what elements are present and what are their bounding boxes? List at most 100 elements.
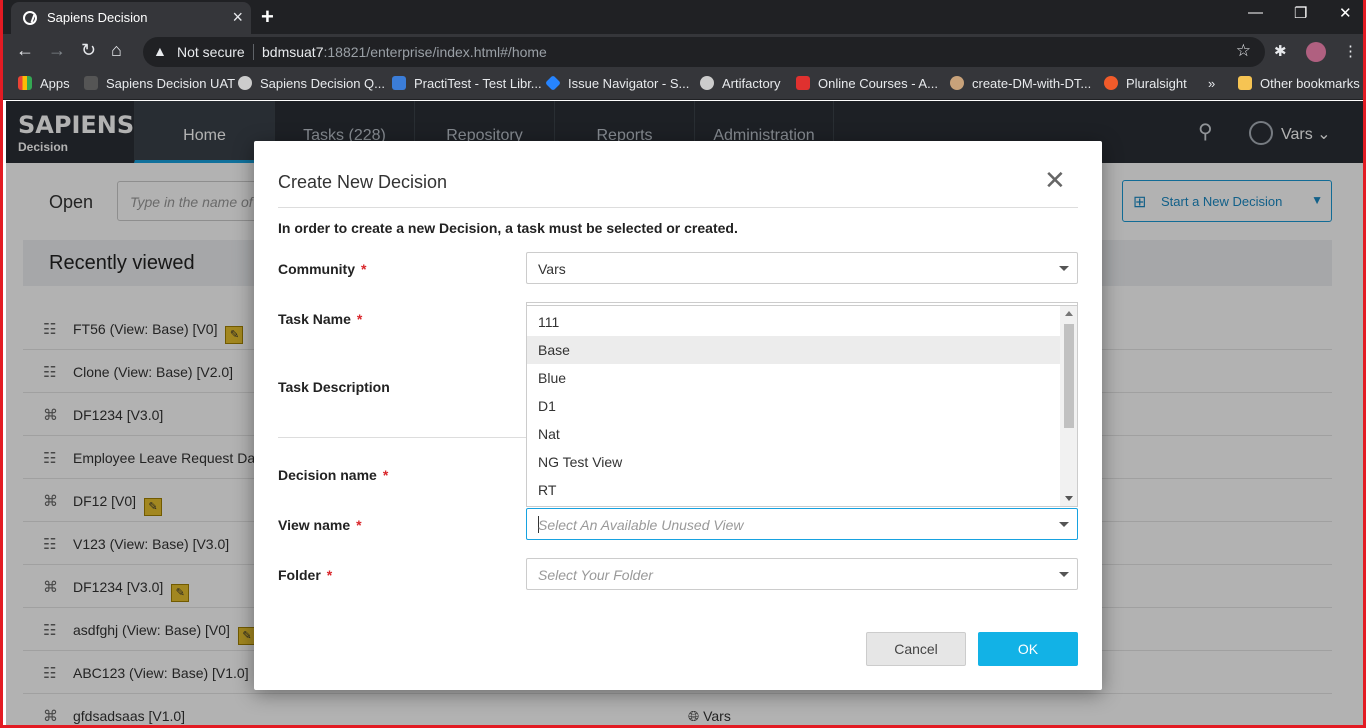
bookmark-label: Other bookmarks [1260, 76, 1360, 91]
required-mark: * [382, 467, 389, 483]
pluralsight-icon [1104, 76, 1118, 90]
folder-icon [1238, 76, 1252, 90]
bookmark-label: create-DM-with-DT... [972, 76, 1092, 91]
udemy-icon [796, 76, 810, 90]
omnibox-divider [253, 44, 254, 60]
scroll-down-icon[interactable] [1065, 496, 1073, 501]
new-tab-icon[interactable]: + [261, 4, 274, 30]
view-name-placeholder: Select An Available Unused View [538, 517, 744, 533]
bookmark-label: Online Courses - A... [818, 76, 938, 91]
dropdown-scrollbar[interactable] [1060, 306, 1077, 506]
view-name-select[interactable]: Select An Available Unused View [526, 508, 1078, 540]
decision-name-label: Decision name * [278, 467, 388, 483]
bookmark-star-icon[interactable]: ☆ [1236, 41, 1251, 61]
folder-select[interactable]: Select Your Folder [526, 558, 1078, 590]
community-label: Community * [278, 261, 366, 277]
required-mark: * [356, 517, 362, 533]
task-name-label: Task Name * [278, 311, 362, 327]
scrollbar-thumb[interactable] [1064, 324, 1074, 428]
browser-window: Sapiens Decision × + — ❐ ✕ ← → ↻ ⌂ ▲ Not… [0, 0, 1366, 728]
close-icon[interactable]: ✕ [1044, 167, 1066, 193]
caret-down-icon [1059, 572, 1069, 577]
bookmark-sapiens-uat[interactable]: Sapiens Decision UAT [84, 76, 235, 91]
back-icon[interactable]: ← [16, 40, 34, 61]
dropdown-option[interactable]: D1 [527, 392, 1060, 420]
close-window-icon[interactable]: ✕ [1339, 4, 1352, 22]
bookmark-create-dm[interactable]: create-DM-with-DT... [950, 76, 1091, 91]
view-options-dropdown[interactable]: 111 Base Blue D1 Nat NG Test View RT [526, 305, 1078, 507]
bookmark-artifactory[interactable]: Artifactory [700, 76, 781, 91]
home-icon[interactable]: ⌂ [111, 40, 122, 61]
avatar-icon [950, 76, 964, 90]
bookmark-pluralsight[interactable]: Pluralsight [1104, 76, 1187, 91]
tab-title: Sapiens Decision [47, 10, 148, 25]
warning-icon[interactable]: ▲ [153, 43, 167, 59]
globe-icon [700, 76, 714, 90]
bookmark-online-courses[interactable]: Online Courses - A... [796, 76, 938, 91]
not-secure-label[interactable]: Not secure [177, 44, 245, 60]
required-mark: * [361, 261, 367, 277]
tab-strip: Sapiens Decision × + — ❐ ✕ [3, 0, 1363, 34]
jira-icon [545, 75, 561, 91]
required-mark: * [356, 311, 363, 327]
task-description-label: Task Description [278, 379, 390, 395]
create-decision-dialog: Create New Decision ✕ In order to create… [254, 141, 1102, 690]
dropdown-option-highlighted[interactable]: Base [527, 336, 1060, 364]
omnibox[interactable]: ▲ Not secure bdmsuat7:18821/enterprise/i… [143, 37, 1265, 67]
more-bookmarks-icon[interactable]: » [1208, 76, 1215, 91]
dropdown-option[interactable]: Blue [527, 364, 1060, 392]
bookmark-label: Issue Navigator - S... [568, 76, 690, 91]
ok-button[interactable]: OK [978, 632, 1078, 666]
profile-avatar[interactable] [1306, 42, 1326, 62]
caret-down-icon [1059, 522, 1069, 527]
view-name-label: View name * [278, 517, 362, 533]
bookmark-label: Sapiens Decision Q... [260, 76, 386, 91]
bookmark-label: Pluralsight [1126, 76, 1187, 91]
community-select[interactable]: Vars [526, 252, 1078, 284]
bookmark-label: Apps [40, 76, 70, 91]
site-favicon-icon [23, 11, 37, 25]
folder-placeholder: Select Your Folder [538, 567, 653, 583]
dropdown-option[interactable]: NG Test View [527, 448, 1060, 476]
bookmark-sapiens-q[interactable]: Sapiens Decision Q... [238, 76, 385, 91]
scroll-up-icon[interactable] [1065, 311, 1073, 316]
bookmarks-bar: Apps Sapiens Decision UAT Sapiens Decisi… [3, 70, 1363, 100]
bookmark-label: Sapiens Decision UAT [106, 76, 236, 91]
dialog-title: Create New Decision [278, 172, 448, 192]
divider [278, 207, 1078, 208]
menu-icon[interactable]: ⋮ [1343, 42, 1358, 60]
bookmark-other[interactable]: Other bookmarks [1238, 76, 1360, 91]
restore-icon[interactable]: ❐ [1294, 4, 1307, 22]
task-name-label-text: Task Name [278, 311, 351, 327]
globe-icon [238, 76, 252, 90]
folder-label: Folder * [278, 567, 332, 583]
bookmark-label: Artifactory [722, 76, 781, 91]
url-text[interactable]: bdmsuat7:18821/enterprise/index.html#/ho… [262, 44, 547, 60]
caret-down-icon [1059, 266, 1069, 271]
apps-grid-icon [18, 76, 32, 90]
forward-icon[interactable]: → [48, 40, 66, 61]
dialog-info: In order to create a new Decision, a tas… [278, 220, 738, 236]
community-label-text: Community [278, 261, 355, 277]
dropdown-option[interactable]: RT [527, 476, 1060, 504]
view-name-label-text: View name [278, 517, 351, 533]
practitest-icon [392, 76, 406, 90]
dropdown-option[interactable]: Nat [527, 420, 1060, 448]
dropdown-option[interactable]: 111 [527, 308, 1060, 336]
extensions-icon[interactable]: ✱ [1274, 42, 1287, 60]
bookmark-favicon-icon [84, 76, 98, 90]
close-tab-icon[interactable]: × [232, 7, 243, 28]
required-mark: * [326, 567, 333, 583]
minimize-icon[interactable]: — [1248, 4, 1263, 21]
folder-label-text: Folder [278, 567, 321, 583]
reload-icon[interactable]: ↻ [81, 40, 96, 61]
address-bar-row: ← → ↻ ⌂ ▲ Not secure bdmsuat7:18821/ente… [3, 34, 1363, 70]
url-host: bdmsuat7 [262, 44, 324, 60]
bookmark-practitest[interactable]: PractiTest - Test Libr... [392, 76, 542, 91]
bookmark-issue-navigator[interactable]: Issue Navigator - S... [545, 75, 690, 91]
url-path: :18821/enterprise/index.html#/home [323, 44, 547, 60]
cancel-button[interactable]: Cancel [866, 632, 966, 666]
browser-tab[interactable]: Sapiens Decision × [11, 2, 251, 34]
decision-name-label-text: Decision name [278, 467, 377, 483]
bookmark-apps[interactable]: Apps [18, 76, 70, 91]
